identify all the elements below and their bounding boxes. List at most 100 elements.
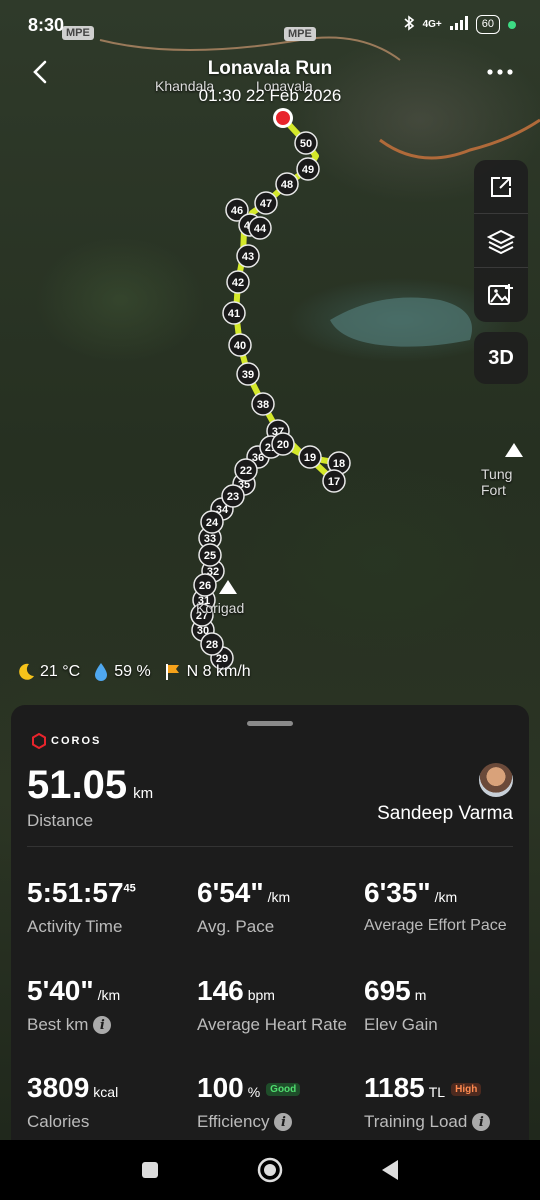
place-label-korigad: Korigad [196,600,245,616]
stat-label: Average Heart Rate [197,1015,347,1034]
stat-label: Elev Gain [364,1015,438,1034]
km-marker-label: 26 [199,580,211,592]
stat-value: 5'40" [27,975,94,1006]
distance-value: 51.05 [27,763,128,807]
stat-value: 6'54" [197,877,264,908]
stat-unit: kcal [93,1084,119,1100]
mountain-icon [219,580,237,594]
km-marker-label: 50 [300,138,312,150]
km-marker-label: 48 [281,179,293,191]
circle-icon [257,1157,283,1183]
km-marker-label: 25 [204,550,216,562]
page-title: Lonavala Run [207,58,333,79]
stat-value: 1185 [364,1072,425,1103]
brand-name: COROS [51,735,102,747]
km-marker-label: 40 [234,340,246,352]
temperature-value: 21 °C [40,663,81,680]
km-marker-label: 23 [227,491,239,503]
wind-flag-icon [165,664,179,680]
stat-label: Training Load [364,1112,468,1131]
km-marker-label: 24 [206,517,219,529]
user-name[interactable]: Sandeep Varma [377,803,513,825]
stat-unit: m [414,987,427,1003]
activity-summary-panel[interactable]: COROS 51.05 km Distance Sandeep Varma 5:5… [11,705,529,1145]
stat-calories: 3809 kcal Calories [27,1072,197,1132]
stat-label: Calories [27,1112,90,1131]
brand-logo: COROS [31,733,101,749]
distance-unit: km [133,785,154,802]
stat-effort-pace: 6'35"/km Average Effort Pace [364,877,534,935]
home-button[interactable] [250,1150,290,1190]
km-marker-label: 38 [257,399,269,411]
stat-unit: TL [428,1084,446,1100]
system-navigation-bar [0,1140,540,1200]
signal-icon [449,16,468,33]
stat-value: 695 [364,975,411,1006]
recents-button[interactable] [130,1150,170,1190]
km-marker-label: 47 [260,198,272,210]
weather-temperature: 21 °C [16,662,80,682]
stat-value: 6'35" [364,877,431,908]
stat-label: Avg. Pace [197,917,275,936]
stat-avg-heart-rate: 146 bpm Average Heart Rate [197,975,367,1035]
stat-training-load: 1185 TL High Training Load i [364,1072,534,1132]
weather-wind: N 8 km/h [163,662,251,682]
divider [27,846,513,847]
share-icon [491,176,511,197]
stat-unit: /km [267,889,291,905]
map-toolbar [474,160,528,322]
add-photo-button[interactable] [474,268,528,322]
km-marker-label: 43 [242,251,254,263]
triangle-back-icon [382,1160,398,1180]
stat-value-hundredths: 45 [123,882,136,895]
stat-efficiency: 100% Good Efficiency i [197,1072,367,1132]
highway-road [379,118,540,160]
info-icon[interactable]: i [274,1113,293,1131]
stat-label: Best km [27,1015,89,1034]
km-marker-label: 22 [240,465,252,477]
weather-summary: 21 °C 59 % N 8 km/h [16,662,257,682]
status-time: 8:30 [28,15,65,35]
km-markers: 5049484746454443424140393837363534333231… [190,131,351,670]
privacy-dot-icon [508,20,516,29]
layers-icon [487,229,515,254]
more-options-button[interactable] [482,54,518,90]
km-marker-label: 39 [242,369,254,381]
water-drop-icon [95,663,108,681]
km-marker-label: 20 [277,439,289,451]
km-marker-label: 41 [228,308,240,320]
back-nav-button[interactable] [370,1150,410,1190]
start-marker [276,111,290,125]
stat-avg-pace: 6'54"/km Avg. Pace [197,877,367,937]
reservoir [330,297,472,347]
3d-view-button[interactable]: 3D [474,332,528,384]
km-marker-label: 44 [254,223,267,235]
bluetooth-icon [403,15,415,34]
place-label-tung-fort: Tung Fort [481,466,513,498]
distance-label: Distance [27,811,94,830]
stat-value: 5:51:57 [27,877,124,908]
stat-unit: bpm [247,987,275,1003]
stat-unit: % [247,1084,261,1100]
km-marker-label: 49 [302,164,314,176]
info-icon[interactable]: i [93,1016,112,1034]
wind-value: N 8 km/h [186,663,251,680]
info-icon[interactable]: i [472,1113,491,1131]
add-photo-icon [488,284,513,305]
km-marker-label: 28 [206,639,218,651]
distance-block: 51.05 km [27,763,153,808]
weather-humidity: 59 % [92,662,151,682]
stat-value: 3809 [27,1072,90,1103]
training-load-badge: High [451,1083,482,1097]
share-button[interactable] [474,160,528,214]
activity-datetime: 01:30 22 Feb 2026 [198,86,342,105]
drag-handle[interactable] [247,721,293,726]
avatar[interactable] [479,763,513,797]
km-marker-label: 33 [204,533,216,545]
network-type: 4G+ [422,19,442,30]
stat-unit: /km [434,889,458,905]
battery-indicator: 60 [475,15,500,34]
square-icon [142,1162,158,1178]
layers-button[interactable] [474,214,528,268]
mountain-icon [505,443,523,457]
